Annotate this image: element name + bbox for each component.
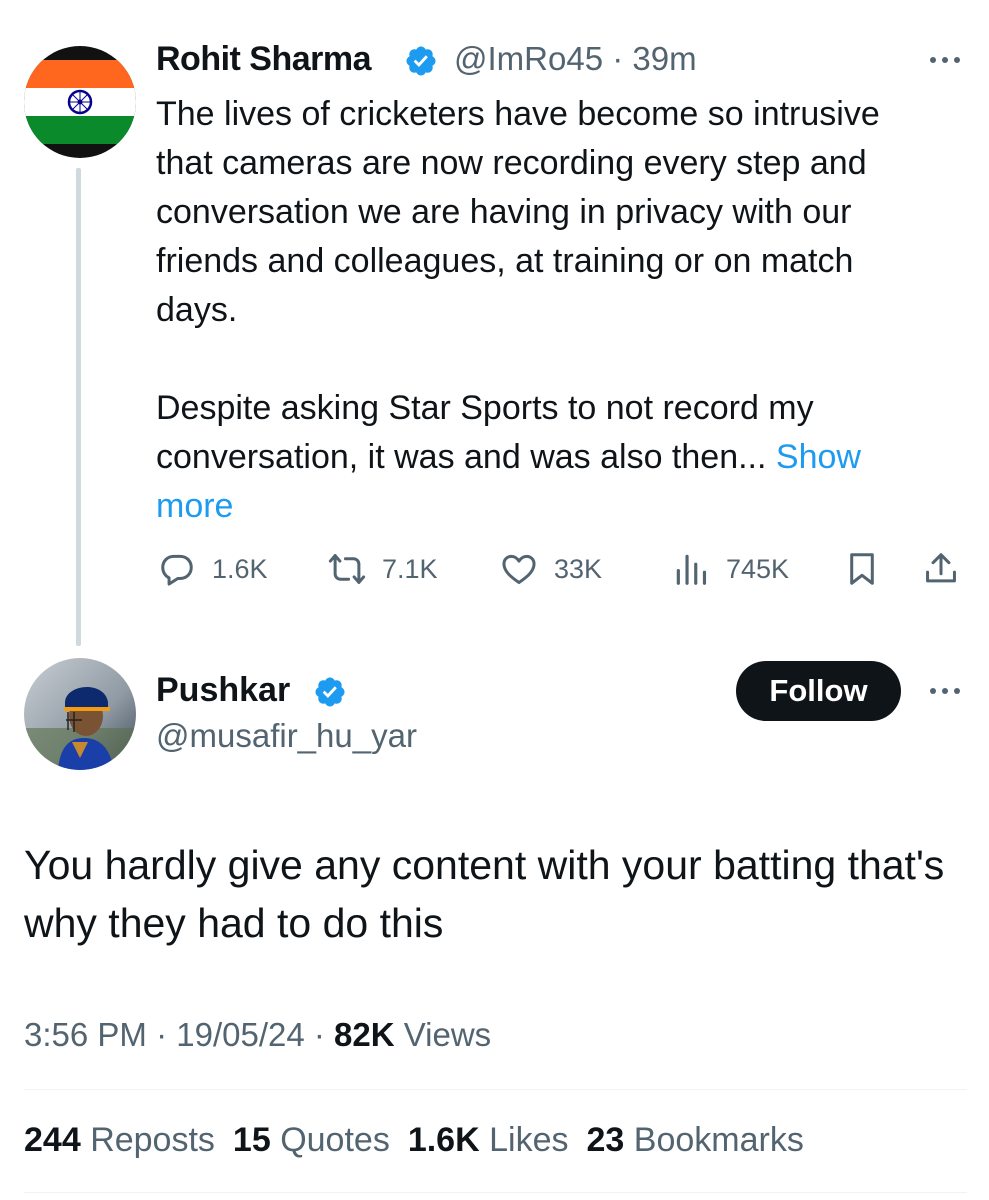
like-icon [502, 554, 536, 584]
reply-icon [161, 554, 193, 586]
bookmark-icon [850, 553, 874, 585]
likes-label: Likes [489, 1121, 569, 1159]
share-icon [926, 553, 956, 583]
reposts-count: 244 [24, 1121, 81, 1159]
views-icon [676, 554, 707, 585]
reply-tweet-text: You hardly give any content with your ba… [24, 842, 945, 946]
tweet-meta: 3:56 PM · 19/05/24 · 82K Views [24, 1016, 492, 1053]
reply-handle[interactable]: @musafir_hu_yar [156, 717, 417, 755]
parent-handle[interactable]: @ImRo45 [454, 40, 603, 77]
likes-stat[interactable]: 1.6K Likes [408, 1121, 569, 1159]
bookmarks-label: Bookmarks [633, 1121, 804, 1159]
quotes-label: Quotes [280, 1121, 390, 1159]
parent-display-name[interactable]: Rohit Sharma [156, 40, 372, 79]
share-button[interactable] [922, 550, 960, 590]
parent-tweet-text: The lives of cricketers have become so i… [156, 90, 971, 531]
verified-badge-icon [404, 44, 438, 78]
follow-button[interactable]: Follow [736, 661, 901, 721]
engagement-stats: 244 Reposts 15 Quotes 1.6K Likes 23 Bookmar… [24, 1121, 822, 1160]
likes-count: 1.6K [407, 1121, 480, 1159]
verified-badge-icon [313, 675, 347, 709]
tweet-time[interactable]: 3:56 PM [24, 1016, 147, 1053]
parent-timestamp[interactable]: 39m [632, 40, 696, 77]
like-count: 33K [554, 554, 603, 584]
bookmarks-count: 23 [586, 1121, 625, 1159]
repost-icon [328, 554, 366, 584]
cricketer-avatar-image [24, 658, 136, 770]
views-count: 745K [726, 554, 790, 584]
divider [24, 1192, 967, 1193]
quotes-count: 15 [232, 1121, 271, 1159]
thread-connector-line [76, 168, 81, 646]
reposts-label: Reposts [90, 1121, 215, 1159]
divider [24, 1089, 967, 1090]
parent-handle-and-time: @ImRo45 · 39m [454, 40, 697, 78]
views-label: Views [403, 1016, 492, 1053]
reposts-stat[interactable]: 244 Reposts [24, 1121, 215, 1159]
flag-avatar-image [24, 46, 136, 158]
views-total: 82K [334, 1016, 395, 1053]
parent-tweet-body: The lives of cricketers have become so i… [156, 95, 880, 476]
repost-count: 7.1K [382, 554, 438, 584]
pushkar-avatar[interactable] [24, 658, 136, 770]
separator-dot: · [603, 40, 633, 77]
bookmark-button[interactable] [843, 550, 881, 590]
rohit-avatar[interactable] [24, 46, 136, 158]
more-icon[interactable] [925, 681, 965, 701]
reply-count: 1.6K [212, 554, 268, 584]
more-icon[interactable] [925, 50, 965, 70]
tweet-date[interactable]: 19/05/24 [176, 1016, 304, 1053]
reply-display-name[interactable]: Pushkar [156, 671, 290, 710]
quotes-stat[interactable]: 15 Quotes [233, 1121, 390, 1159]
bookmarks-stat[interactable]: 23 Bookmarks [586, 1121, 803, 1159]
